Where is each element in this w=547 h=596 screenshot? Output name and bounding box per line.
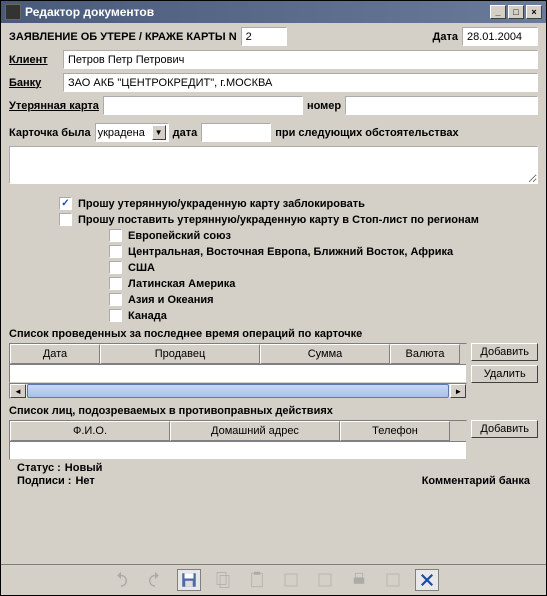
operations-body[interactable]: [10, 364, 466, 382]
bank-label: Банку: [9, 77, 59, 89]
sus-col-1[interactable]: Домашний адрес: [170, 421, 340, 441]
minimize-button[interactable]: _: [490, 5, 506, 19]
circumstances-label: при следующих обстоятельствах: [275, 127, 458, 139]
client-label: Клиент: [9, 54, 59, 66]
card-was-label: Карточка была: [9, 127, 91, 139]
region-label-0: Европейский союз: [128, 230, 231, 242]
window-title: Редактор документов: [25, 5, 154, 19]
stop-list-checkbox[interactable]: [59, 213, 72, 226]
suspects-body[interactable]: [10, 441, 466, 459]
tool-icon-9[interactable]: [381, 569, 405, 591]
on-date-input[interactable]: [201, 123, 271, 142]
undo-icon[interactable]: [109, 569, 133, 591]
lost-card-label: Утерянная карта: [9, 100, 99, 112]
region-label-2: США: [128, 262, 155, 274]
form-title: ЗАЯВЛЕНИЕ ОБ УТЕРЕ / КРАЖЕ КАРТЫ N: [9, 31, 237, 43]
status-value: Новый: [65, 462, 103, 474]
card-was-select[interactable]: украдена ▼: [95, 123, 169, 142]
operations-table: ДатаПродавецСуммаВалюта: [9, 343, 467, 383]
window: Редактор документов _ □ × ЗАЯВЛЕНИЕ ОБ У…: [0, 0, 547, 596]
scroll-left-icon[interactable]: ◄: [10, 384, 26, 398]
client-input[interactable]: [63, 50, 538, 69]
block-card-checkbox[interactable]: ✓: [59, 197, 72, 210]
chevron-down-icon: ▼: [152, 125, 166, 140]
region-checkbox-3[interactable]: [109, 277, 122, 290]
save-icon[interactable]: [177, 569, 201, 591]
suspects-table: Ф.И.О.Домашний адресТелефон: [9, 420, 467, 460]
maximize-button[interactable]: □: [508, 5, 524, 19]
region-label-1: Центральная, Восточная Европа, Ближний В…: [128, 246, 453, 258]
ops-delete-button[interactable]: Удалить: [471, 365, 538, 383]
date-label: Дата: [433, 31, 458, 43]
region-label-5: Канада: [128, 310, 167, 322]
bank-comment-label: Комментарий банка: [422, 475, 530, 487]
lost-card-input[interactable]: [103, 96, 303, 115]
sus-col-2[interactable]: Телефон: [340, 421, 450, 441]
region-label-3: Латинская Америка: [128, 278, 235, 290]
operations-title: Список проведенных за последнее время оп…: [9, 328, 538, 340]
ops-col-1[interactable]: Продавец: [100, 344, 260, 364]
region-checkbox-5[interactable]: [109, 309, 122, 322]
print-icon[interactable]: [347, 569, 371, 591]
circumstances-textarea[interactable]: [9, 146, 538, 184]
region-label-4: Азия и Океания: [128, 294, 214, 306]
scroll-right-icon[interactable]: ►: [450, 384, 466, 398]
card-number-label: номер: [307, 100, 341, 112]
titlebar: Редактор документов _ □ ×: [1, 1, 546, 23]
suspects-title: Список лиц, подозреваемых в противоправн…: [9, 405, 538, 417]
sus-col-0[interactable]: Ф.И.О.: [10, 421, 170, 441]
close-button[interactable]: ×: [526, 5, 542, 19]
block-card-label: Прошу утерянную/украденную карту заблоки…: [78, 198, 365, 210]
status-label: Статус :: [17, 462, 61, 474]
ops-add-button[interactable]: Добавить: [471, 343, 538, 361]
region-checkbox-4[interactable]: [109, 293, 122, 306]
sus-add-button[interactable]: Добавить: [471, 420, 538, 438]
ops-col-3[interactable]: Валюта: [390, 344, 460, 364]
region-checkbox-2[interactable]: [109, 261, 122, 274]
redo-icon[interactable]: [143, 569, 167, 591]
ops-col-0[interactable]: Дата: [10, 344, 100, 364]
stop-list-label: Прошу поставить утерянную/украденную кар…: [78, 214, 479, 226]
region-checkbox-0[interactable]: [109, 229, 122, 242]
card-number-input[interactable]: [345, 96, 538, 115]
date-input[interactable]: [462, 27, 538, 46]
app-icon: [5, 4, 21, 20]
toolbar: [1, 564, 546, 595]
tool-icon-6[interactable]: [279, 569, 303, 591]
signatures-value: Нет: [75, 475, 94, 487]
copy-icon[interactable]: [211, 569, 235, 591]
ops-col-2[interactable]: Сумма: [260, 344, 390, 364]
on-date-label: дата: [173, 127, 198, 139]
card-n-input[interactable]: [241, 27, 287, 46]
bank-input[interactable]: [63, 73, 538, 92]
tool-icon-7[interactable]: [313, 569, 337, 591]
signatures-label: Подписи :: [17, 475, 71, 487]
region-checkbox-1[interactable]: [109, 245, 122, 258]
scroll-thumb[interactable]: [27, 384, 449, 398]
h-scrollbar[interactable]: ◄ ►: [9, 383, 467, 399]
paste-icon[interactable]: [245, 569, 269, 591]
close-icon[interactable]: [415, 569, 439, 591]
